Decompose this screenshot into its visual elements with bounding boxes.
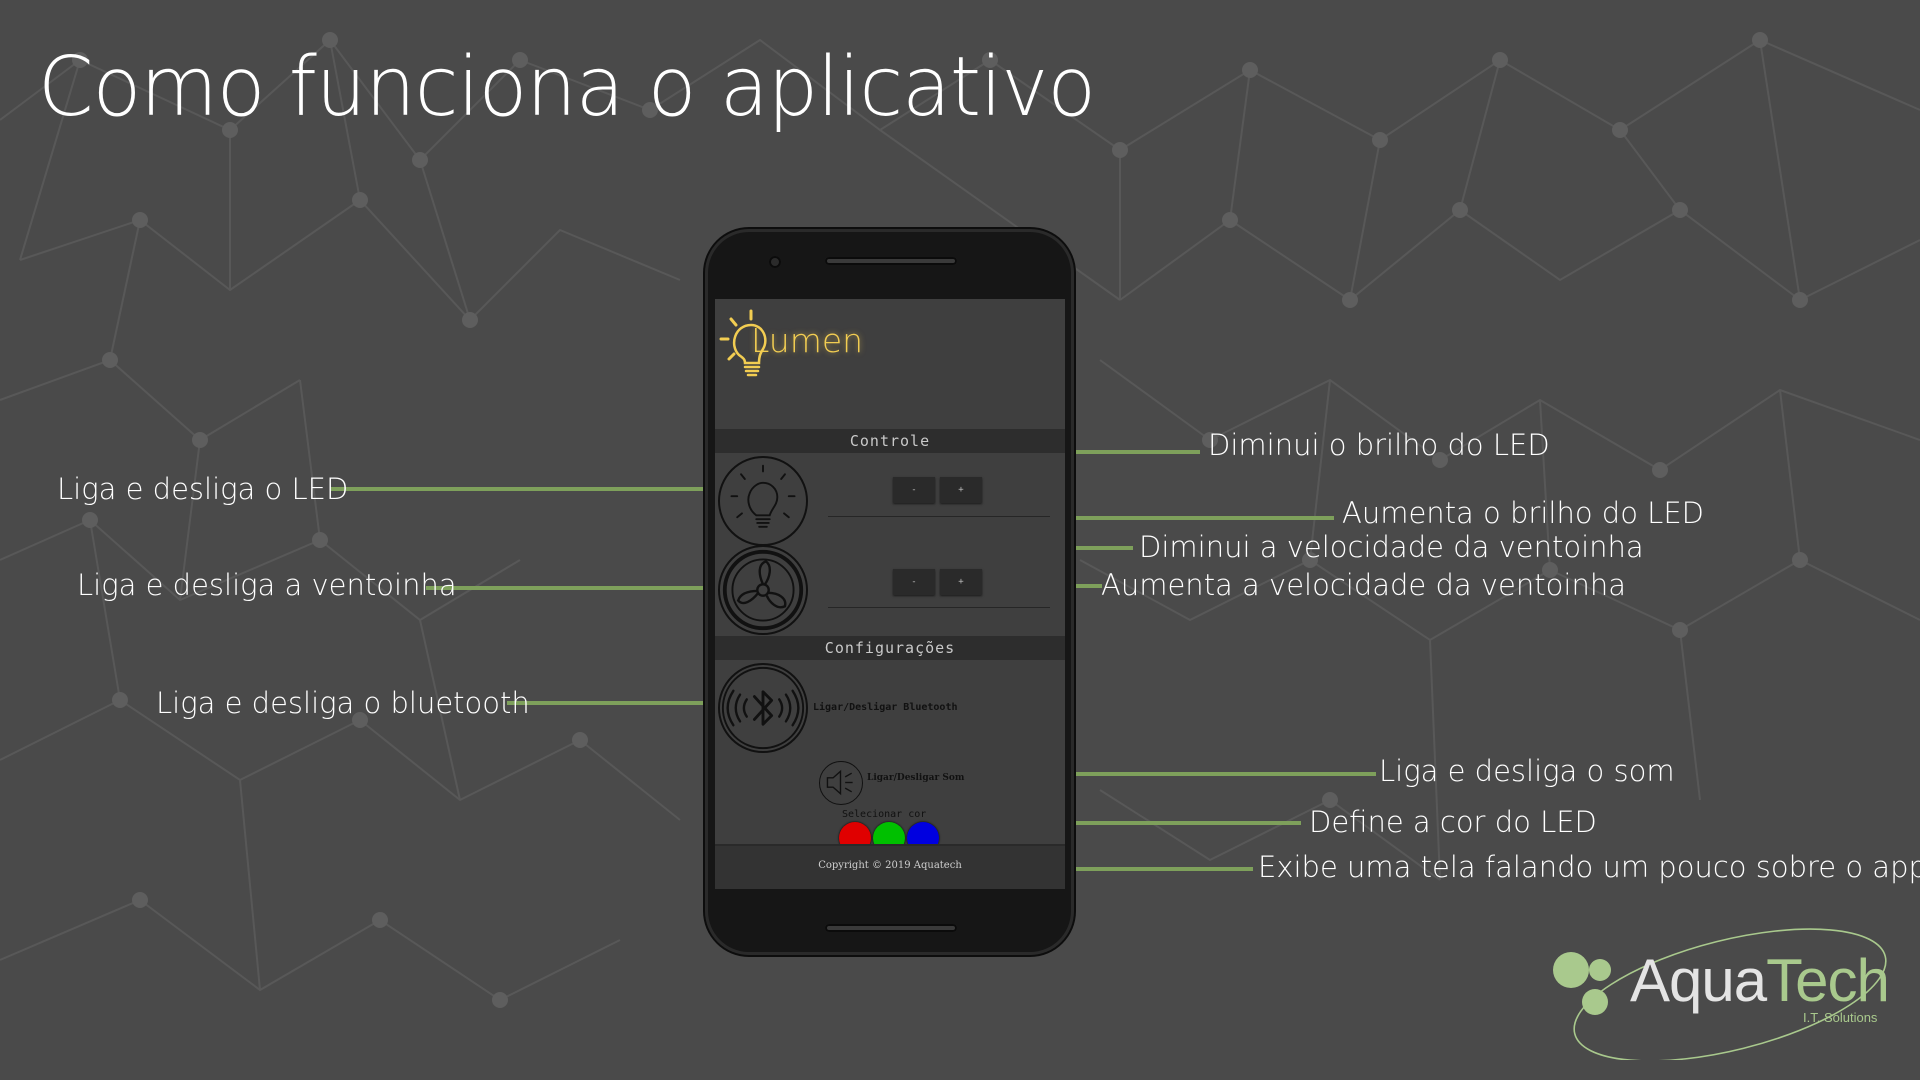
phone-speaker-top — [825, 257, 957, 265]
sound-toggle-button[interactable] — [819, 761, 863, 805]
lightbulb-icon — [730, 464, 796, 528]
annotation-bluetooth-toggle: Liga e desliga o bluetooth — [156, 686, 530, 720]
section-control-header: Controle — [715, 429, 1065, 453]
annotation-about-screen: Exibe uma tela falando um pouco sobre o … — [1258, 850, 1920, 884]
app-logo: Lumen — [715, 299, 1065, 429]
annotation-fan-toggle: Liga e desliga a ventoinha — [77, 568, 457, 602]
brand-name-tech: Tech — [1766, 947, 1890, 1014]
led-increase-button[interactable]: + — [940, 477, 982, 503]
fan-slider-track — [828, 607, 1050, 608]
front-camera — [769, 256, 781, 268]
brand-name: AquaTech — [1630, 946, 1890, 1015]
annotation-color-select: Define a cor do LED — [1309, 805, 1597, 839]
sound-label: Ligar/Desligar Som — [867, 773, 965, 783]
app-screen: Lumen Controle - + - + Configurações Lig… — [715, 299, 1065, 889]
bluetooth-icon — [721, 666, 805, 750]
annotation-led-decrease: Diminui o brilho do LED — [1208, 428, 1550, 462]
phone-speaker-bottom — [825, 924, 957, 932]
led-slider-track — [828, 516, 1050, 517]
annotation-fan-increase: Aumenta a velocidade da ventoinha — [1101, 568, 1626, 602]
section-settings-header: Configurações — [715, 636, 1065, 660]
fan-decrease-button[interactable]: - — [893, 569, 935, 595]
bluetooth-label: Ligar/Desligar Bluetooth — [813, 702, 958, 713]
annotation-fan-decrease: Diminui a velocidade da ventoinha — [1139, 530, 1644, 564]
brand-tagline: I.T. Solutions — [1803, 1010, 1878, 1025]
fan-increase-button[interactable]: + — [940, 569, 982, 595]
led-decrease-button[interactable]: - — [893, 477, 935, 503]
bluetooth-toggle-button[interactable] — [718, 663, 808, 753]
aquatech-logo: AquaTech I.T. Solutions — [1545, 920, 1905, 1060]
app-title: Lumen — [751, 321, 864, 360]
brand-name-aqua: Aqua — [1630, 947, 1767, 1014]
slide-title: Como funciona o aplicativo — [38, 40, 1096, 135]
copyright-text: Copyright © 2019 Aquatech — [818, 860, 962, 871]
annotation-led-increase: Aumenta o brilho do LED — [1342, 496, 1704, 530]
phone-mockup: Lumen Controle - + - + Configurações Lig… — [705, 229, 1074, 955]
about-footer-button[interactable]: Copyright © 2019 Aquatech — [715, 844, 1065, 889]
speaker-icon — [826, 769, 853, 796]
annotation-led-toggle: Liga e desliga o LED — [57, 472, 349, 506]
led-toggle-button[interactable] — [718, 456, 808, 546]
color-select-label: Selecionar cor — [842, 809, 927, 820]
annotation-sound-toggle: Liga e desliga o som — [1379, 754, 1675, 788]
fan-toggle-button[interactable] — [718, 545, 808, 635]
fan-icon — [722, 549, 804, 631]
